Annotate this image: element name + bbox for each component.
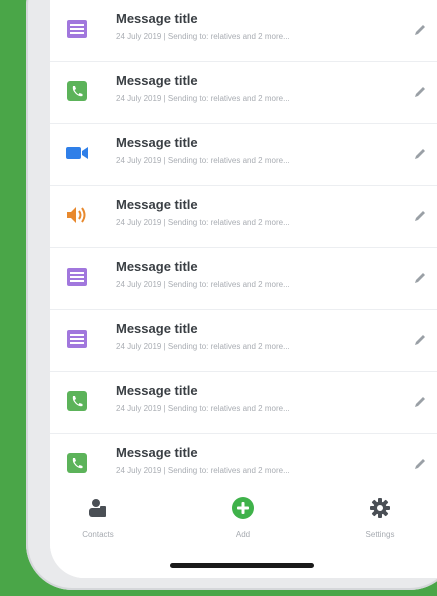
edit-pencil-icon[interactable] xyxy=(411,145,429,163)
video-icon xyxy=(65,142,89,164)
phone-icon xyxy=(65,452,89,474)
edit-pencil-icon[interactable] xyxy=(411,455,429,473)
message-subtitle: 24 July 2019 | Sending to: relatives and… xyxy=(116,156,290,165)
message-row[interactable]: Message title 24 July 2019 | Sending to: … xyxy=(50,0,437,62)
tab-contacts-label: Contacts xyxy=(82,530,114,539)
list-icon xyxy=(65,266,89,288)
edit-pencil-icon[interactable] xyxy=(411,331,429,349)
phone-icon xyxy=(65,80,89,102)
gear-icon xyxy=(340,496,420,520)
message-row[interactable]: Message title 24 July 2019 | Sending to: … xyxy=(50,434,437,496)
phone-screen: Message title 24 July 2019 | Sending to: … xyxy=(50,0,437,578)
contacts-icon xyxy=(58,496,138,520)
message-title: Message title xyxy=(116,135,198,150)
list-icon xyxy=(65,18,89,40)
message-list: Message title 24 July 2019 | Sending to: … xyxy=(50,0,437,496)
message-row[interactable]: Message title 24 July 2019 | Sending to: … xyxy=(50,372,437,434)
edit-pencil-icon[interactable] xyxy=(411,21,429,39)
tab-settings-label: Settings xyxy=(365,530,395,539)
edit-pencil-icon[interactable] xyxy=(411,269,429,287)
message-title: Message title xyxy=(116,321,198,336)
edit-pencil-icon[interactable] xyxy=(411,207,429,225)
message-title: Message title xyxy=(116,73,198,88)
speaker-icon xyxy=(65,204,89,226)
list-icon xyxy=(65,328,89,350)
message-title: Message title xyxy=(116,383,198,398)
add-circle-icon xyxy=(203,496,283,520)
message-subtitle: 24 July 2019 | Sending to: relatives and… xyxy=(116,218,290,227)
edit-pencil-icon[interactable] xyxy=(411,83,429,101)
message-title: Message title xyxy=(116,445,198,460)
message-title: Message title xyxy=(116,259,198,274)
message-row[interactable]: Message title 24 July 2019 | Sending to: … xyxy=(50,62,437,124)
message-title: Message title xyxy=(116,197,198,212)
edit-pencil-icon[interactable] xyxy=(411,393,429,411)
home-indicator xyxy=(170,563,314,568)
message-subtitle: 24 July 2019 | Sending to: relatives and… xyxy=(116,32,290,41)
message-row[interactable]: Message title 24 July 2019 | Sending to: … xyxy=(50,310,437,372)
message-row[interactable]: Message title 24 July 2019 | Sending to: … xyxy=(50,186,437,248)
tab-contacts[interactable]: Contacts xyxy=(58,496,138,539)
message-title: Message title xyxy=(116,11,198,26)
tab-add-label: Add xyxy=(235,530,251,539)
tab-settings[interactable]: Settings xyxy=(340,496,420,539)
message-subtitle: 24 July 2019 | Sending to: relatives and… xyxy=(116,466,290,475)
message-subtitle: 24 July 2019 | Sending to: relatives and… xyxy=(116,94,290,103)
tab-bar: Contacts Add Settings xyxy=(50,490,437,578)
phone-icon xyxy=(65,390,89,412)
message-subtitle: 24 July 2019 | Sending to: relatives and… xyxy=(116,404,290,413)
message-subtitle: 24 July 2019 | Sending to: relatives and… xyxy=(116,342,290,351)
tab-add[interactable]: Add xyxy=(203,496,283,539)
message-row[interactable]: Message title 24 July 2019 | Sending to: … xyxy=(50,248,437,310)
message-row[interactable]: Message title 24 July 2019 | Sending to: … xyxy=(50,124,437,186)
message-subtitle: 24 July 2019 | Sending to: relatives and… xyxy=(116,280,290,289)
